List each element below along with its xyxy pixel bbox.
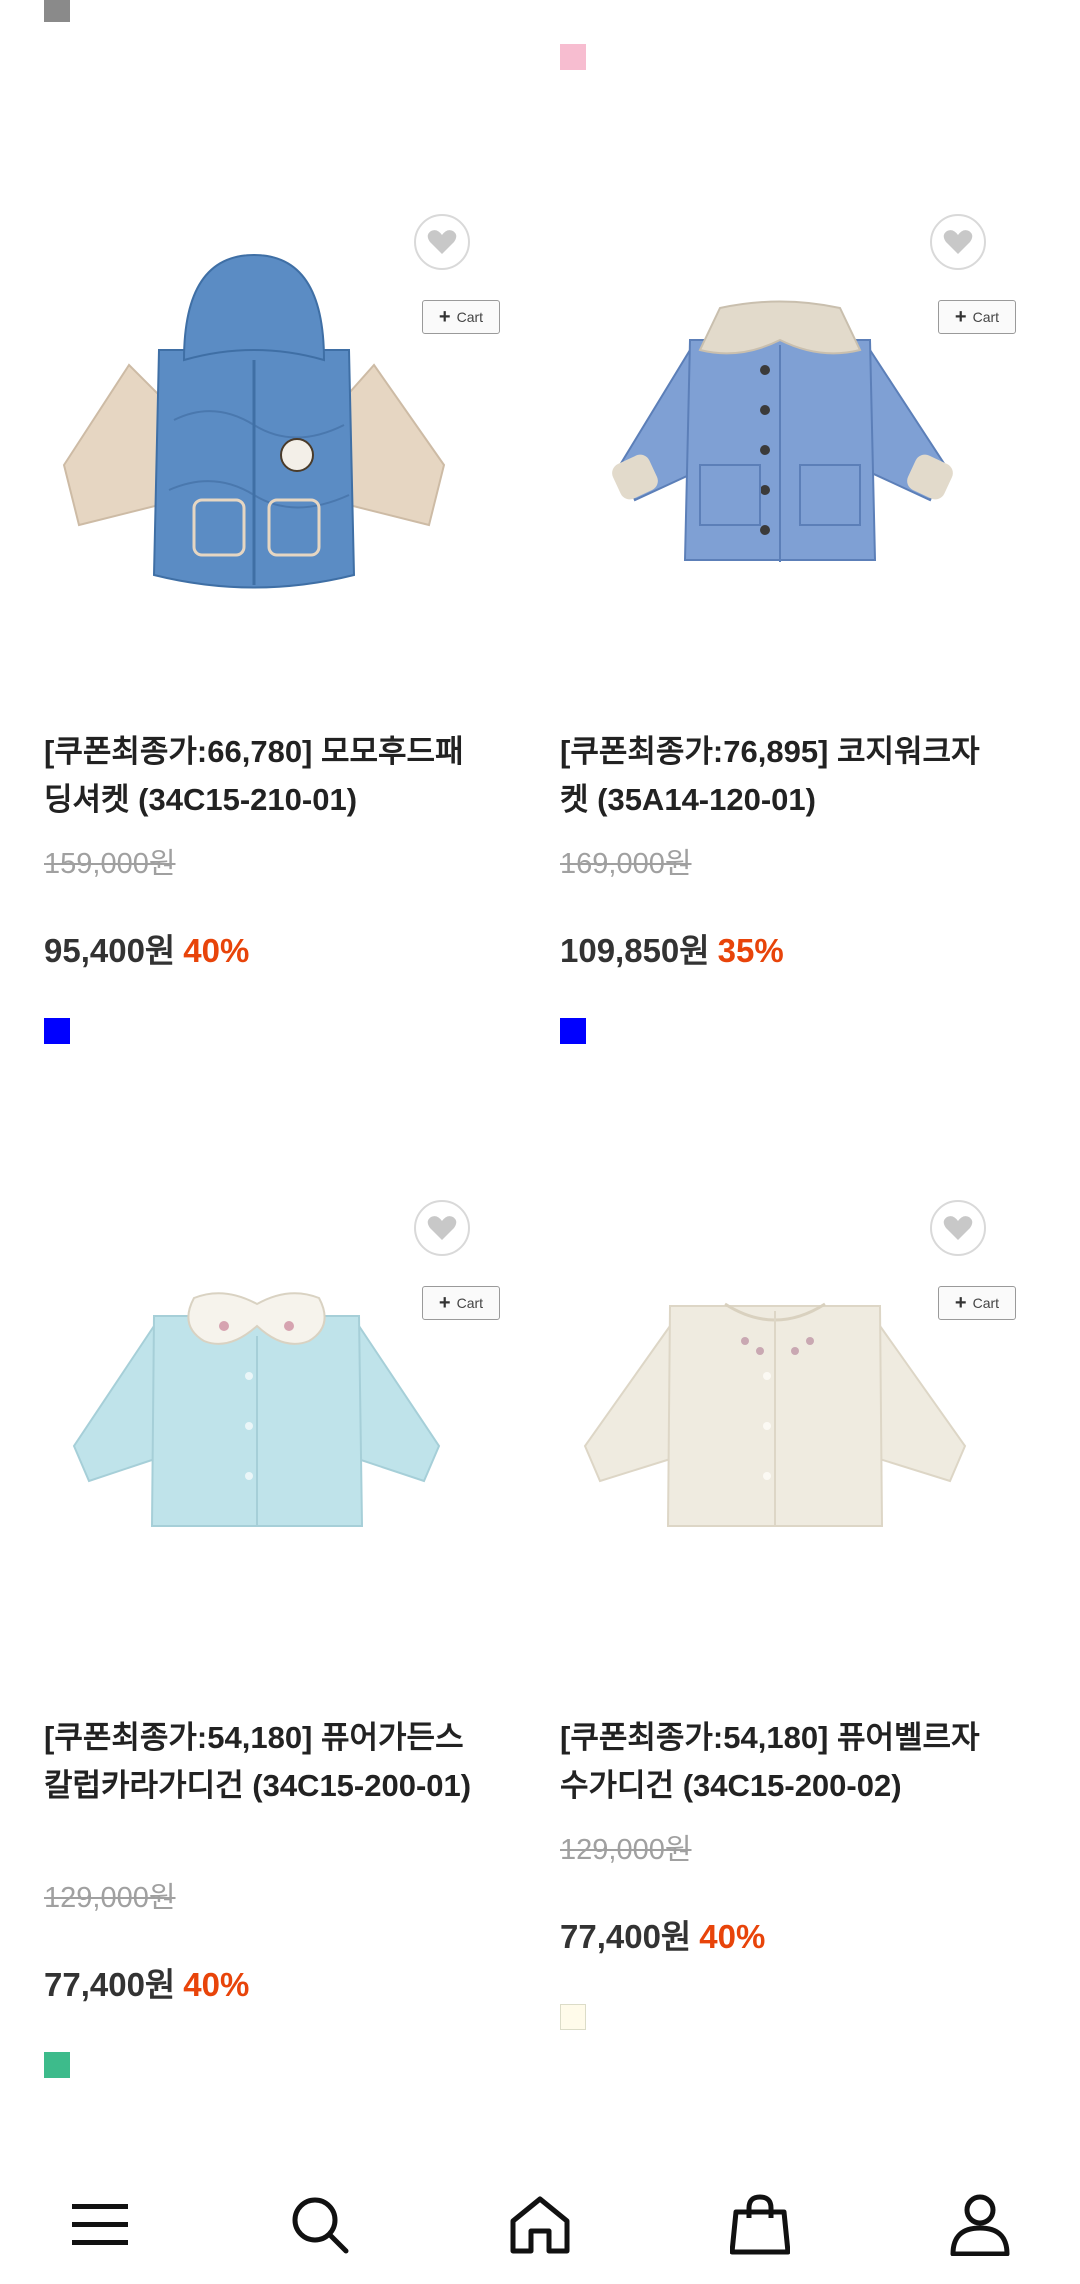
plus-icon: + <box>954 306 967 328</box>
sale-price: 77,400원 <box>560 1918 692 1955</box>
original-price: 169,000원 <box>560 848 692 880</box>
color-swatch <box>560 1018 586 1044</box>
heart-icon <box>427 230 457 254</box>
discount-rate: 40% <box>183 932 250 969</box>
cart-label: Cart <box>972 1295 1000 1311</box>
plus-icon: + <box>438 306 451 328</box>
menu-button[interactable] <box>55 2180 145 2270</box>
add-to-cart-button[interactable]: + Cart <box>938 1286 1016 1320</box>
price-row: 77,400원 40% <box>44 1958 249 2006</box>
wishlist-button[interactable] <box>930 1200 986 1256</box>
cart-label: Cart <box>456 309 484 325</box>
heart-icon <box>943 1216 973 1240</box>
product-card[interactable]: + Cart [쿠폰최종가:54,180] 퓨어가든스칼럽카라가디건 (34C1… <box>44 1186 544 2116</box>
color-swatch <box>44 2052 70 2078</box>
search-button[interactable] <box>275 2180 365 2270</box>
product-title[interactable]: [쿠폰최종가:54,180] 퓨어벨르자수가디건 (34C15-200-02) <box>560 1714 1000 1810</box>
discount-rate: 40% <box>699 1918 766 1955</box>
home-icon <box>510 2196 570 2254</box>
product-image[interactable] <box>560 200 1060 700</box>
wishlist-button[interactable] <box>414 1200 470 1256</box>
color-swatch <box>44 1018 70 1044</box>
user-icon <box>950 2194 1010 2256</box>
add-to-cart-button[interactable]: + Cart <box>938 300 1016 334</box>
add-to-cart-button[interactable]: + Cart <box>422 300 500 334</box>
home-button[interactable] <box>495 2180 585 2270</box>
sale-price: 109,850원 <box>560 932 710 969</box>
shopping-bag-button[interactable] <box>715 2180 805 2270</box>
plus-icon: + <box>438 1292 451 1314</box>
menu-icon <box>72 2204 128 2245</box>
cart-label: Cart <box>456 1295 484 1311</box>
product-card[interactable]: + Cart [쿠폰최종가:76,895] 코지워크자켓 (35A14-120-… <box>560 200 1060 1080</box>
sale-price: 95,400원 <box>44 932 176 969</box>
discount-rate: 40% <box>183 1966 250 2003</box>
price-row: 109,850원 35% <box>560 924 784 972</box>
product-image[interactable] <box>44 1186 544 1686</box>
bottom-navigation <box>0 2160 1080 2284</box>
product-title[interactable]: [쿠폰최종가:76,895] 코지워크자켓 (35A14-120-01) <box>560 728 1000 824</box>
sale-price: 77,400원 <box>44 1966 176 2003</box>
product-title[interactable]: [쿠폰최종가:54,180] 퓨어가든스칼럽카라가디건 (34C15-200-0… <box>44 1714 484 1810</box>
my-page-button[interactable] <box>935 2180 1025 2270</box>
plus-icon: + <box>954 1292 967 1314</box>
cart-label: Cart <box>972 309 1000 325</box>
color-swatch-pink <box>560 44 586 70</box>
search-icon <box>292 2197 349 2254</box>
heart-icon <box>943 230 973 254</box>
price-row: 77,400원 40% <box>560 1910 765 1958</box>
original-price: 129,000원 <box>560 1834 692 1866</box>
color-swatch-gray <box>44 0 70 22</box>
discount-rate: 35% <box>717 932 784 969</box>
product-image[interactable] <box>560 1186 1060 1686</box>
color-swatch <box>560 2004 586 2030</box>
wishlist-button[interactable] <box>930 214 986 270</box>
price-row: 95,400원 40% <box>44 924 249 972</box>
wishlist-button[interactable] <box>414 214 470 270</box>
shopping-bag-icon <box>730 2194 790 2255</box>
product-image[interactable] <box>44 200 544 700</box>
add-to-cart-button[interactable]: + Cart <box>422 1286 500 1320</box>
product-card[interactable]: + Cart [쿠폰최종가:54,180] 퓨어벨르자수가디건 (34C15-2… <box>560 1186 1060 2066</box>
product-card[interactable]: + Cart [쿠폰최종가:66,780] 모모후드패딩셔켓 (34C15-21… <box>44 200 544 1080</box>
original-price: 159,000원 <box>44 848 176 880</box>
product-title[interactable]: [쿠폰최종가:66,780] 모모후드패딩셔켓 (34C15-210-01) <box>44 728 484 824</box>
original-price: 129,000원 <box>44 1882 176 1914</box>
heart-icon <box>427 1216 457 1240</box>
